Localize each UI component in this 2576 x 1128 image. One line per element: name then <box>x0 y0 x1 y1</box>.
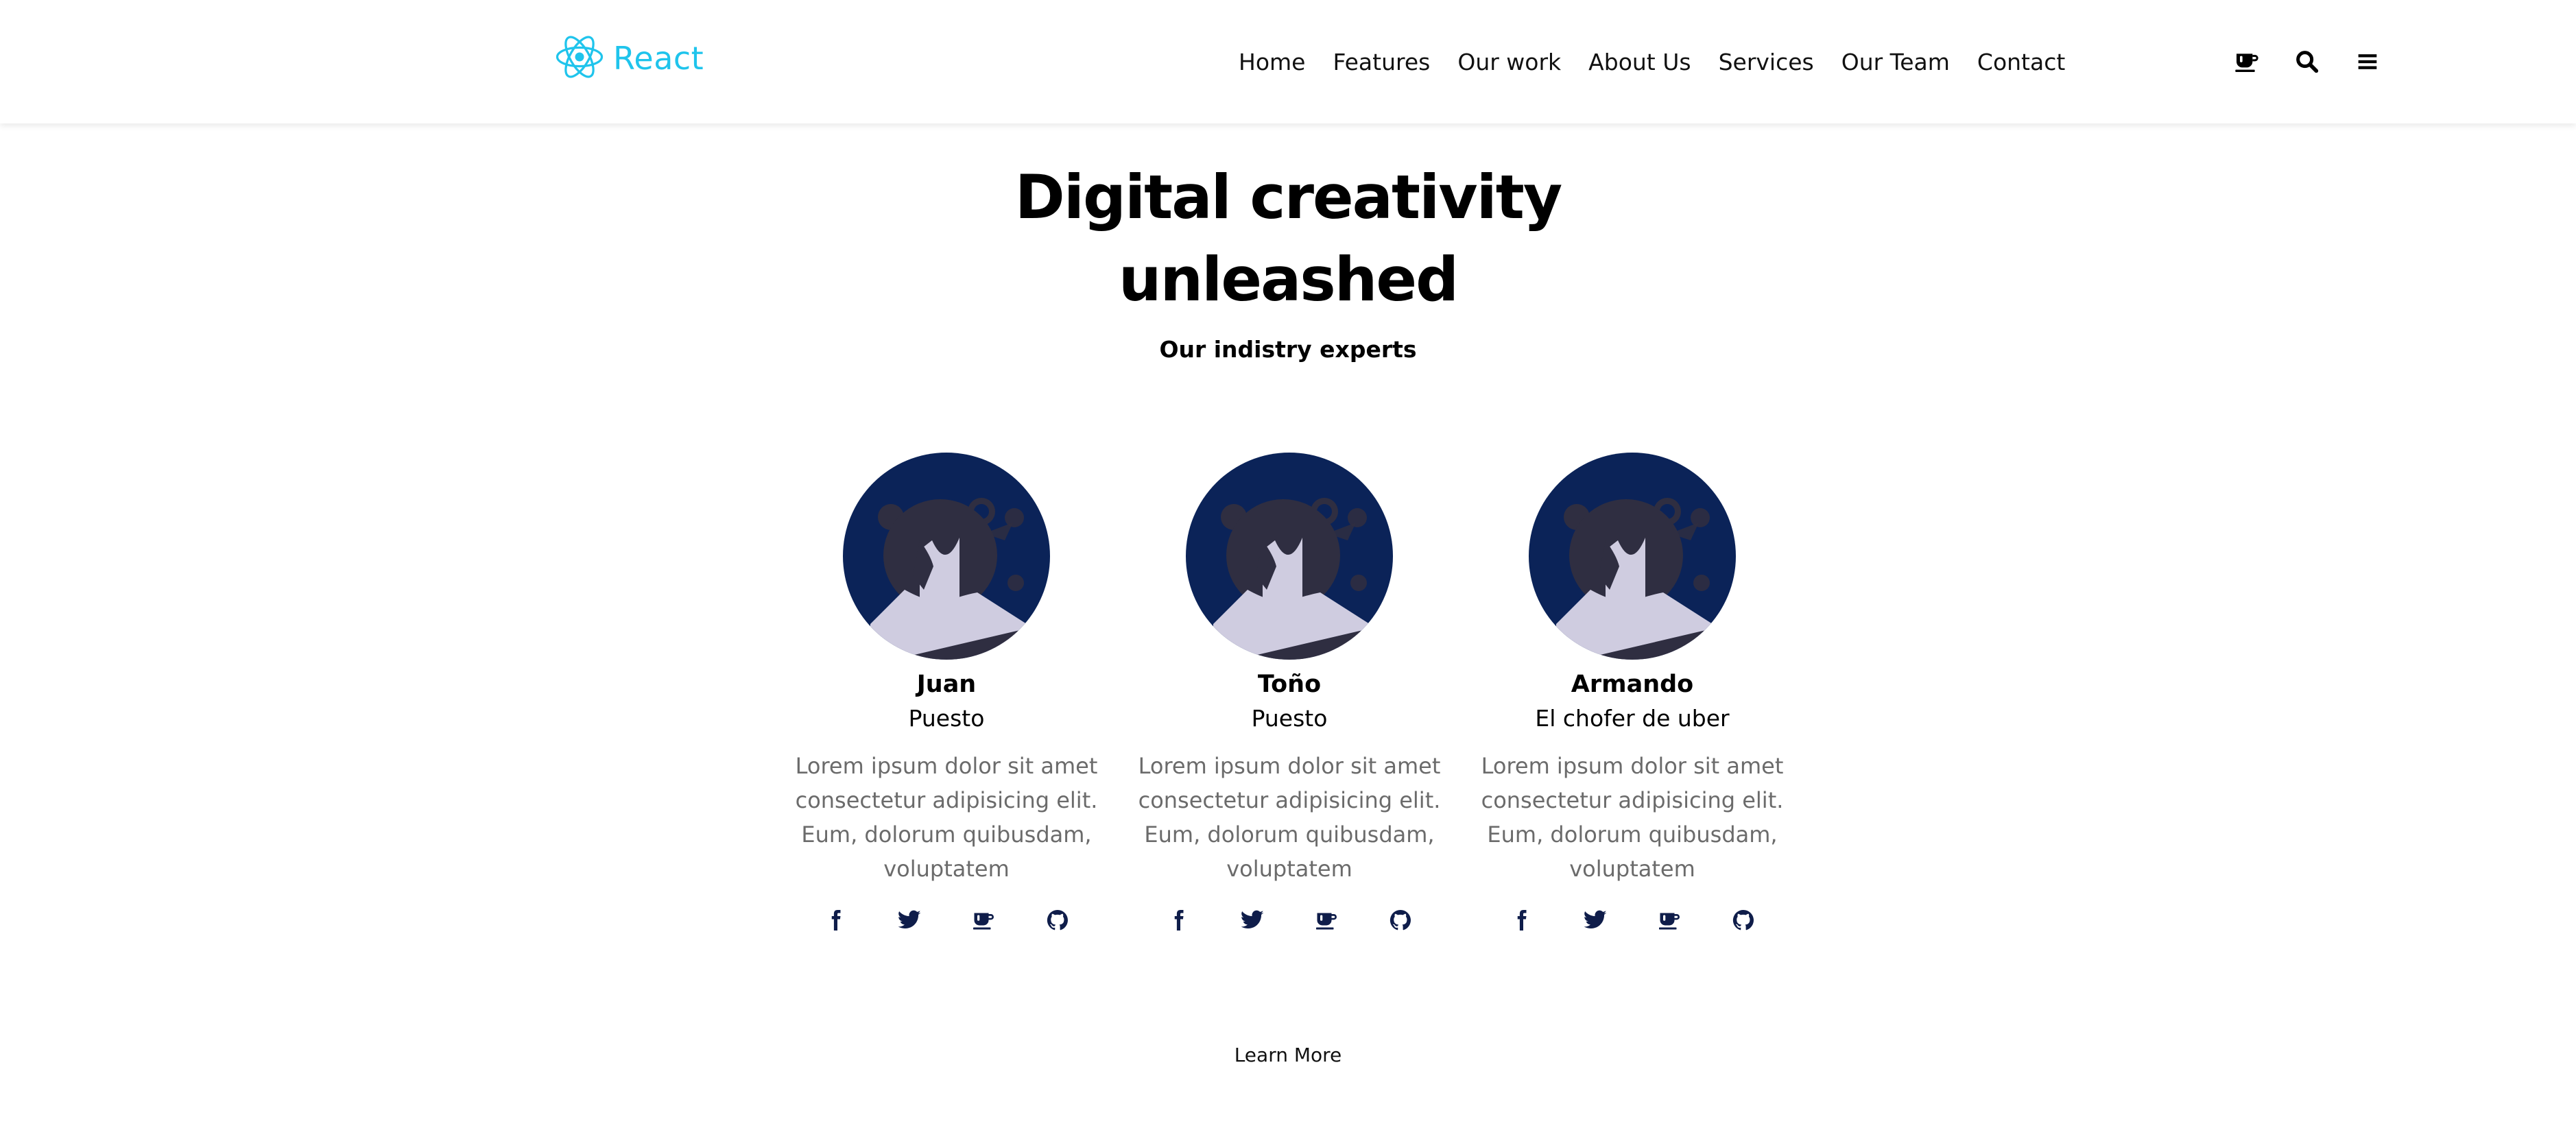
team-card-armando: Armando El chofer de uber Lorem ipsum do… <box>1475 453 1790 933</box>
nav-contact[interactable]: Contact <box>1977 49 2065 75</box>
react-logo-icon <box>553 30 606 86</box>
social-links <box>1132 908 1447 933</box>
github-icon[interactable] <box>1388 908 1413 933</box>
brand-link[interactable]: React <box>553 31 704 86</box>
member-role: Puesto <box>908 705 985 732</box>
member-name: Armando <box>1571 671 1694 698</box>
page-title-line-1: Digital creativity <box>1014 162 1562 232</box>
page-title-line-2: unleashed <box>1118 244 1459 315</box>
coffee-icon[interactable] <box>971 908 996 933</box>
nav-home[interactable]: Home <box>1239 49 1305 75</box>
social-links <box>789 908 1104 933</box>
coffee-icon[interactable] <box>1314 908 1339 933</box>
team-card-juan: Juan Puesto Lorem ipsum dolor sit amet c… <box>789 453 1104 933</box>
avatar <box>1186 453 1393 660</box>
page-subtitle: Our indistry experts <box>1159 336 1417 363</box>
github-icon[interactable] <box>1731 908 1756 933</box>
twitter-icon[interactable] <box>1240 908 1265 933</box>
learn-more-button[interactable]: Learn More <box>1151 1044 1425 1066</box>
member-role: Puesto <box>1251 705 1328 732</box>
twitter-icon[interactable] <box>1583 908 1608 933</box>
social-links <box>1475 908 1790 933</box>
coffee-icon[interactable] <box>2233 44 2261 80</box>
member-bio: Lorem ipsum dolor sit amet consectetur a… <box>1138 753 1441 882</box>
nav-our-team[interactable]: Our Team <box>1841 49 1950 75</box>
facebook-icon[interactable] <box>1166 908 1191 933</box>
member-bio: Lorem ipsum dolor sit amet consectetur a… <box>1481 753 1784 882</box>
facebook-icon[interactable] <box>1509 908 1534 933</box>
page-title: Digital creativity unleashed <box>945 156 1631 321</box>
main-nav: Home Features Our work About Us Services… <box>1239 43 2065 80</box>
coffee-icon[interactable] <box>1657 908 1682 933</box>
avatar <box>843 453 1050 660</box>
search-icon[interactable] <box>2293 44 2321 80</box>
member-name: Juan <box>916 671 977 698</box>
avatar <box>1529 453 1736 660</box>
member-role: El chofer de uber <box>1535 705 1730 732</box>
twitter-icon[interactable] <box>897 908 922 933</box>
nav-our-work[interactable]: Our work <box>1457 49 1561 75</box>
github-icon[interactable] <box>1045 908 1070 933</box>
site-header: React Home Features Our work About Us Se… <box>0 0 2576 123</box>
team-card-tono: Toño Puesto Lorem ipsum dolor sit amet c… <box>1132 453 1447 933</box>
member-name: Toño <box>1257 671 1322 698</box>
nav-features[interactable]: Features <box>1333 49 1430 75</box>
facebook-icon[interactable] <box>823 908 848 933</box>
nav-about-us[interactable]: About Us <box>1588 49 1691 75</box>
menu-icon[interactable] <box>2354 44 2381 80</box>
nav-services[interactable]: Services <box>1719 49 1814 75</box>
member-bio: Lorem ipsum dolor sit amet consectetur a… <box>795 753 1098 882</box>
brand-name: React <box>613 40 704 77</box>
